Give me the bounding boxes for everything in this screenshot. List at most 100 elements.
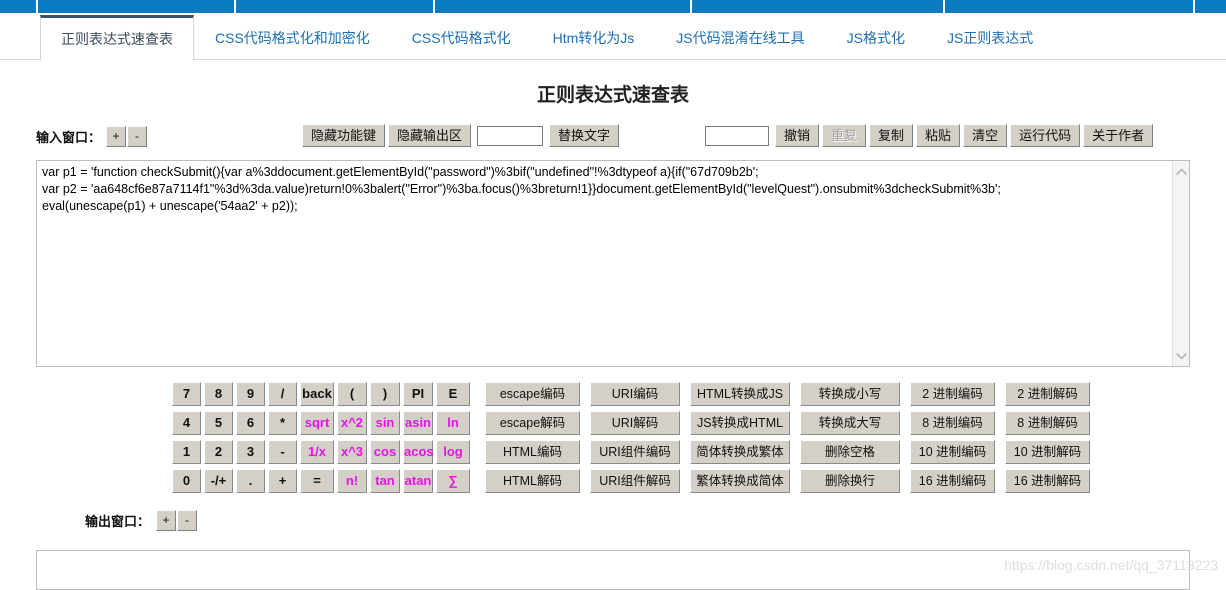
decimal-encode-button[interactable]: 10 进制编码 [910, 440, 995, 464]
html-encode-button[interactable]: HTML编码 [485, 440, 580, 464]
hide-function-keys-button[interactable]: 隐藏功能键 [302, 124, 386, 147]
decimal-decode-button[interactable]: 10 进制解码 [1005, 440, 1090, 464]
tab-css-format-encrypt[interactable]: CSS代码格式化和加密化 [194, 15, 391, 60]
key-factorial[interactable]: n! [337, 469, 367, 493]
chevron-up-icon[interactable] [1173, 163, 1190, 180]
about-author-button[interactable]: 关于作者 [1083, 124, 1154, 147]
key-decimal-point[interactable]: . [236, 469, 265, 493]
key-pi[interactable]: PI [403, 382, 433, 406]
tab-label: JS代码混淆在线工具 [676, 30, 805, 46]
key-close-paren[interactable]: ) [370, 382, 400, 406]
octal-decode-button[interactable]: 8 进制解码 [1005, 411, 1090, 435]
escape-decode-button[interactable]: escape解码 [485, 411, 580, 435]
to-lowercase-button[interactable]: 转换成小写 [800, 382, 900, 406]
tab-css-format[interactable]: CSS代码格式化 [391, 15, 532, 60]
uri-component-encode-button[interactable]: URI组件编码 [590, 440, 680, 464]
output-code-textarea[interactable] [37, 551, 1189, 589]
run-code-button[interactable]: 运行代码 [1010, 124, 1081, 147]
key-multiply[interactable]: * [268, 411, 297, 435]
key-5[interactable]: 5 [204, 411, 233, 435]
js-to-html-button[interactable]: JS转换成HTML [690, 411, 790, 435]
html-to-js-button[interactable]: HTML转换成JS [690, 382, 790, 406]
key-reciprocal[interactable]: 1/x [300, 440, 334, 464]
input-window-label: 输入窗口： [36, 130, 102, 145]
simplified-to-traditional-button[interactable]: 简体转换成繁体 [690, 440, 790, 464]
paste-button[interactable]: 粘贴 [916, 124, 961, 147]
key-sin[interactable]: sin [370, 411, 400, 435]
key-acos[interactable]: acos [403, 440, 434, 464]
key-open-paren[interactable]: ( [337, 382, 367, 406]
copy-button[interactable]: 复制 [869, 124, 914, 147]
undo-button[interactable]: 撤销 [775, 124, 820, 147]
uri-encode-button[interactable]: URI编码 [590, 382, 680, 406]
function-keypad-grid: 7 8 9 / back ( ) PI E escape编码 URI编码 HTM… [172, 382, 1090, 498]
key-8[interactable]: 8 [204, 382, 233, 406]
tab-js-format[interactable]: JS格式化 [826, 15, 926, 60]
hex-encode-button[interactable]: 16 进制编码 [910, 469, 995, 493]
replace-text-input[interactable] [477, 125, 544, 146]
input-code-textarea[interactable] [37, 161, 1172, 366]
hex-decode-button[interactable]: 16 进制解码 [1005, 469, 1090, 493]
key-3[interactable]: 3 [236, 440, 265, 464]
key-cos[interactable]: cos [370, 440, 400, 464]
input-editor-scrollbar[interactable] [1172, 161, 1189, 366]
key-log[interactable]: log [436, 440, 470, 464]
key-plus[interactable]: + [268, 469, 297, 493]
key-e[interactable]: E [436, 382, 470, 406]
key-9[interactable]: 9 [236, 382, 265, 406]
key-0[interactable]: 0 [172, 469, 201, 493]
key-4[interactable]: 4 [172, 411, 201, 435]
uri-component-decode-button[interactable]: URI组件解码 [590, 469, 680, 493]
tab-js-regex[interactable]: JS正则表达式 [926, 15, 1054, 60]
top-bar-segment [945, 0, 1195, 13]
key-atan[interactable]: atan [403, 469, 433, 493]
key-x-cubed[interactable]: x^3 [337, 440, 367, 464]
key-sign-toggle[interactable]: -/+ [204, 469, 233, 493]
html-decode-button[interactable]: HTML解码 [485, 469, 580, 493]
remove-linebreaks-button[interactable]: 删除换行 [800, 469, 900, 493]
key-6[interactable]: 6 [236, 411, 265, 435]
key-asin[interactable]: asin [403, 411, 433, 435]
key-sqrt[interactable]: sqrt [300, 411, 334, 435]
tab-html-to-js[interactable]: Htm转化为Js [532, 15, 656, 60]
key-divide[interactable]: / [268, 382, 297, 406]
uri-decode-button[interactable]: URI解码 [590, 411, 680, 435]
key-tan[interactable]: tan [370, 469, 400, 493]
binary-encode-button[interactable]: 2 进制编码 [910, 382, 995, 406]
output-font-decrease-button[interactable]: - [177, 510, 198, 531]
key-sigma[interactable]: ∑ [436, 469, 470, 493]
output-font-increase-button[interactable]: + [156, 510, 177, 531]
input-font-decrease-button[interactable]: - [127, 126, 148, 147]
input-font-increase-button[interactable]: + [106, 126, 127, 147]
octal-encode-button[interactable]: 8 进制编码 [910, 411, 995, 435]
replace-text-button[interactable]: 替换文字 [549, 124, 620, 147]
tab-js-obfuscate[interactable]: JS代码混淆在线工具 [655, 15, 825, 60]
key-1[interactable]: 1 [172, 440, 201, 464]
find-text-input[interactable] [705, 125, 769, 146]
key-ln[interactable]: ln [436, 411, 470, 435]
tab-regex-cheatsheet[interactable]: 正则表达式速查表 [40, 15, 194, 61]
hide-output-area-button[interactable]: 隐藏输出区 [388, 124, 472, 147]
top-bar-segment [0, 0, 38, 13]
key-x-squared[interactable]: x^2 [337, 411, 367, 435]
remove-spaces-button[interactable]: 删除空格 [800, 440, 900, 464]
output-window-controls: 输出窗口： + - [85, 510, 198, 531]
toolbar: 输入窗口： + - 隐藏功能键 隐藏输出区 替换文字 撤销 重复 复制 粘贴 清… [0, 123, 1226, 151]
traditional-to-simplified-button[interactable]: 繁体转换成简体 [690, 469, 790, 493]
to-uppercase-button[interactable]: 转换成大写 [800, 411, 900, 435]
clear-button[interactable]: 清空 [963, 124, 1008, 147]
escape-encode-button[interactable]: escape编码 [485, 382, 580, 406]
key-2[interactable]: 2 [204, 440, 233, 464]
binary-decode-button[interactable]: 2 进制解码 [1005, 382, 1090, 406]
key-7[interactable]: 7 [172, 382, 201, 406]
keypad-row: 4 5 6 * sqrt x^2 sin asin ln escape解码 UR… [172, 411, 1090, 435]
key-minus[interactable]: - [268, 440, 297, 464]
chevron-down-icon[interactable] [1173, 347, 1190, 364]
key-equals[interactable]: = [300, 469, 334, 493]
key-back[interactable]: back [300, 382, 334, 406]
